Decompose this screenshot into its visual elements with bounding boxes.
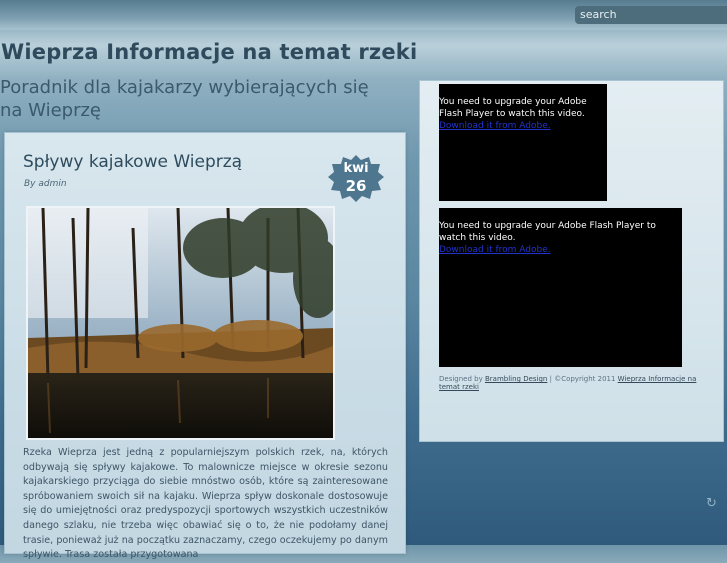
byline-prefix: By [24,179,36,189]
site-footer: Designed by Brambling Design | ©Copyrigh… [439,375,709,391]
footer-copyright: | ©Copyright 2011 [549,375,616,383]
designer-link[interactable]: Brambling Design [485,375,547,383]
post-image [26,203,343,440]
download-flash-link[interactable]: Download it from Adobe. [439,244,682,256]
author-link[interactable]: admin [38,179,66,189]
site-tagline: Poradnik dla kajakarzy wybierających się… [0,77,369,121]
date-badge: kwi 26 [327,153,385,203]
flash-message: You need to upgrade your Adobe Flash Pla… [439,97,587,119]
search-input[interactable]: search [575,6,727,24]
river-photo [28,203,343,438]
download-flash-link[interactable]: Download it from Adobe. [439,120,607,132]
date-month: kwi [343,161,369,176]
post-byline: By admin [24,179,67,189]
footer-designed-by: Designed by [439,375,483,383]
site-title[interactable]: Wieprza Informacje na temat rzeki [1,40,417,64]
flash-video-placeholder: You need to upgrade your Adobe Flash Pla… [439,84,607,201]
sidebar: You need to upgrade your Adobe Flash Pla… [419,80,724,442]
post-title[interactable]: Spływy kajakowe Wieprzą [23,152,242,172]
spinner-icon: ↻ [706,496,717,511]
post-excerpt: Rzeka Wieprza jest jedną z popularniejsz… [23,447,388,561]
top-bar: search [0,0,727,30]
flash-message: You need to upgrade your Adobe Flash Pla… [439,221,656,243]
flash-video-placeholder: You need to upgrade your Adobe Flash Pla… [439,208,682,367]
date-day: 26 [345,177,367,195]
post-card: Spływy kajakowe Wieprzą By admin kwi 26 [4,132,406,560]
